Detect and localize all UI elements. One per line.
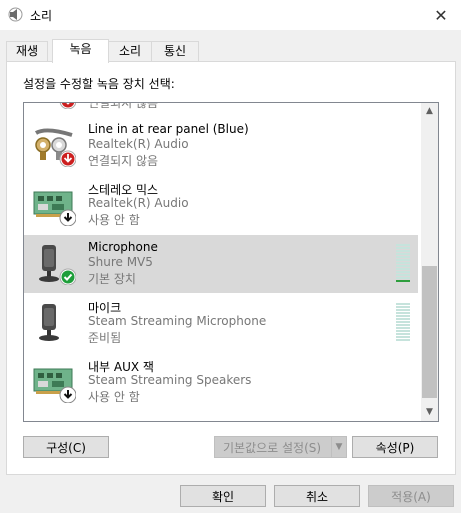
meter-segment (396, 244, 410, 246)
instruction-label: 설정을 수정할 녹음 장치 선택: (23, 77, 175, 91)
meter-segment (396, 303, 410, 305)
device-item-internal-aux[interactable]: 내부 AUX 잭 Steam Streaming Speakers 사용 안 함 (24, 353, 418, 411)
device-item-steam-microphone[interactable]: 마이크 Steam Streaming Microphone 준비됨 (24, 294, 418, 352)
chevron-down-icon[interactable]: ▼ (331, 437, 346, 457)
device-item-stereo-mix[interactable]: 스테레오 믹스 Realtek(R) Audio 사용 안 함 (24, 176, 418, 234)
device-status: 연결되지 않음 (88, 154, 159, 168)
close-button[interactable]: ✕ (421, 0, 461, 30)
device-status: 사용 안 함 (88, 390, 140, 404)
device-description: Steam Streaming Microphone (88, 314, 267, 328)
tab-sounds[interactable]: 소리 (106, 41, 154, 62)
scroll-up-arrow-icon[interactable]: ▲ (421, 103, 438, 120)
meter-segment (396, 274, 410, 276)
ok-button[interactable]: 확인 (180, 485, 266, 507)
close-icon: ✕ (434, 5, 448, 25)
meter-segment (396, 333, 410, 335)
meter-segment (396, 324, 410, 326)
meter-segment (396, 330, 410, 332)
device-status: 사용 안 함 (88, 213, 140, 227)
meter-segment (396, 277, 410, 279)
meter-segment (396, 247, 410, 249)
device-item-line-in-partial[interactable]: 연결되지 않음 (24, 102, 418, 117)
sound-card-icon (33, 191, 76, 226)
meter-segment (396, 265, 410, 267)
recording-panel: 설정을 수정할 녹음 장치 선택: 연결되지 않음 Line in at rea… (6, 61, 456, 475)
meter-segment (396, 259, 410, 261)
device-description: Steam Streaming Speakers (88, 373, 252, 387)
tab-recording[interactable]: 녹음 (52, 39, 109, 63)
device-description: Realtek(R) Audio (88, 137, 189, 151)
window-title: 소리 (30, 9, 53, 23)
meter-segment (396, 327, 410, 329)
device-list[interactable]: 연결되지 않음 Line in at rear panel (Blue) Rea… (23, 102, 439, 422)
configure-button[interactable]: 구성(C) (23, 436, 109, 458)
set-default-label: 기본값으로 설정(S) (223, 441, 322, 455)
meter-segment (396, 253, 410, 255)
device-description: Shure MV5 (88, 255, 153, 269)
device-item-microphone-shure[interactable]: Microphone Shure MV5 기본 장치 (24, 235, 418, 293)
meter-segment (396, 271, 410, 273)
level-meter (396, 244, 410, 282)
meter-segment (396, 336, 410, 338)
set-default-button[interactable]: 기본값으로 설정(S) ▼ (214, 436, 347, 458)
device-status: 기본 장치 (88, 272, 136, 286)
device-name: Line in at rear panel (Blue) (88, 122, 249, 136)
microphone-icon (39, 304, 59, 341)
device-item-line-in-rear-blue[interactable]: Line in at rear panel (Blue) Realtek(R) … (24, 117, 418, 175)
vertical-scrollbar[interactable]: ▲ ▼ (421, 103, 438, 421)
meter-segment (396, 309, 410, 311)
line-in-jack-icon (34, 128, 76, 167)
tab-playback[interactable]: 재생 (6, 41, 48, 62)
device-description: Realtek(R) Audio (88, 196, 189, 210)
device-status: 준비됨 (88, 331, 122, 345)
level-meter (396, 303, 410, 341)
meter-segment (396, 315, 410, 317)
meter-segment (396, 306, 410, 308)
title-bar: 소리 ✕ (0, 0, 461, 30)
meter-segment (396, 268, 410, 270)
speaker-app-icon (8, 7, 23, 22)
meter-segment (396, 321, 410, 323)
properties-button[interactable]: 속성(P) (352, 436, 438, 458)
cancel-button[interactable]: 취소 (274, 485, 360, 507)
meter-segment (396, 280, 410, 282)
meter-segment (396, 256, 410, 258)
meter-segment (396, 318, 410, 320)
tab-communications[interactable]: 통신 (151, 41, 199, 62)
device-name: Microphone (88, 240, 158, 254)
meter-segment (396, 250, 410, 252)
device-status: 연결되지 않음 (88, 102, 159, 110)
scroll-thumb[interactable] (422, 266, 437, 398)
scroll-down-arrow-icon[interactable]: ▼ (421, 404, 438, 421)
microphone-icon (39, 245, 76, 285)
meter-segment (396, 312, 410, 314)
sound-card-icon (33, 368, 76, 403)
line-in-jack-icon (59, 103, 76, 109)
apply-button[interactable]: 적용(A) (368, 485, 454, 507)
meter-segment (396, 339, 410, 341)
meter-segment (396, 262, 410, 264)
